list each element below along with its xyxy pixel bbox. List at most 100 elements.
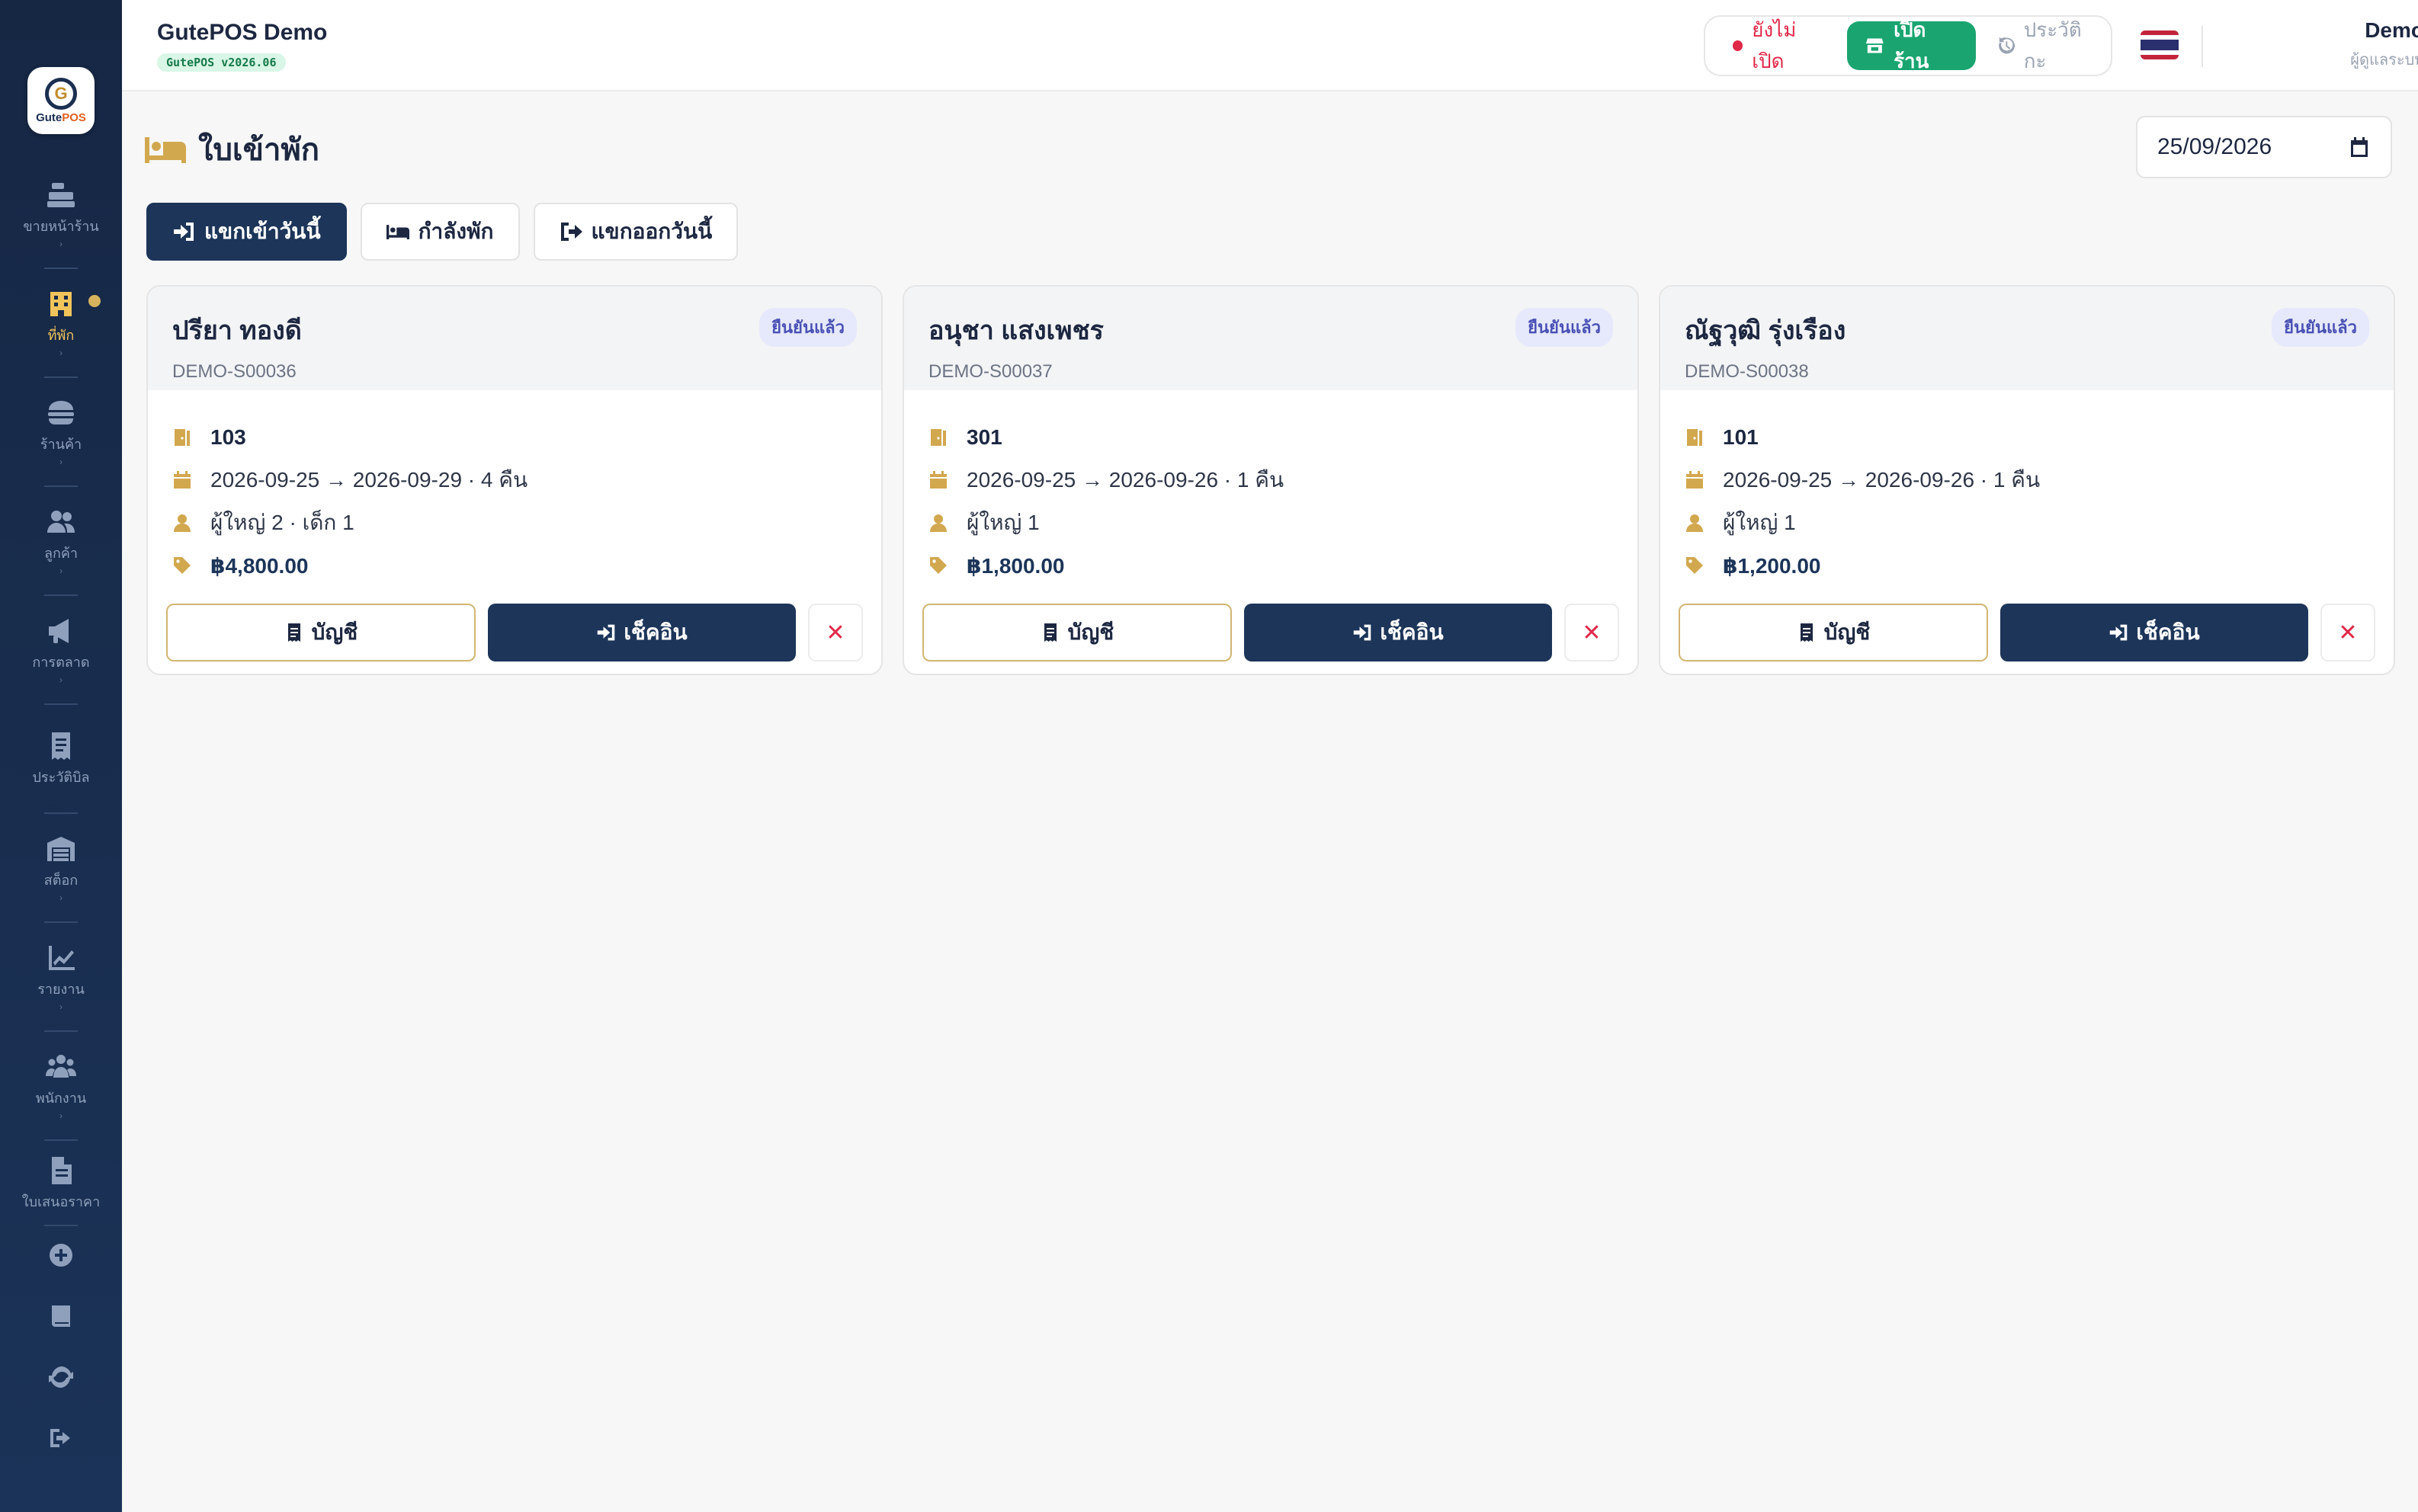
- sign-in-icon: [2110, 624, 2128, 641]
- account-button[interactable]: บัญชี: [166, 604, 476, 662]
- guests-row: ผู้ใหญ่ 1: [928, 501, 1613, 544]
- cancel-booking-button[interactable]: ✕: [2320, 604, 2375, 662]
- booking-card-list: ปรียา ทองดี DEMO-S00036 ยืนยันแล้ว 103 2…: [146, 285, 2395, 675]
- user-icon: [174, 514, 191, 532]
- booking-number: DEMO-S00037: [928, 361, 1053, 382]
- dates-row: 2026-09-25 → 2026-09-26 · 1 คืน: [1685, 459, 2369, 501]
- tab-label: กำลังพัก: [418, 219, 494, 243]
- account-button-label: บัญชี: [311, 620, 358, 644]
- booking-card: ปรียา ทองดี DEMO-S00036 ยืนยันแล้ว 103 2…: [146, 285, 883, 675]
- booking-card: อนุชา แสงเพชร DEMO-S00037 ยืนยันแล้ว 301…: [903, 285, 1639, 675]
- dates-row: 2026-09-25 → 2026-09-26 · 1 คืน: [928, 459, 1613, 501]
- open-shop-button[interactable]: เปิดร้าน: [1847, 18, 1977, 72]
- users-icon: [47, 511, 75, 533]
- divider: [2202, 26, 2203, 67]
- version-badge: GutePOS v2026.06: [157, 53, 286, 72]
- guest-name: อนุชา แสงเพชร: [928, 316, 1104, 345]
- building-icon: [50, 292, 72, 316]
- date-picker-input[interactable]: 25/09/2026: [2136, 116, 2392, 178]
- receipt-icon: [52, 732, 70, 760]
- room-row: 301: [928, 416, 1613, 459]
- check-in-button[interactable]: เช็คอิน: [2000, 604, 2308, 662]
- sidebar-item-marketing[interactable]: การตลาด ›: [0, 596, 122, 705]
- tab-label: แขกเข้าวันนี้: [204, 219, 321, 243]
- logo-text: GutePOS: [36, 111, 86, 124]
- price-row: ฿1,200.00: [1685, 544, 2369, 587]
- check-in-button[interactable]: เช็คอิน: [488, 604, 796, 662]
- bed-icon: [145, 137, 186, 163]
- status-badge: ยืนยันแล้ว: [1515, 308, 1613, 347]
- date-value: 25/09/2026: [2157, 134, 2272, 159]
- sidebar-item-label: การตลาด: [32, 655, 90, 670]
- guests-row: ผู้ใหญ่ 1: [1685, 501, 2369, 544]
- booking-card-body: 103 2026-09-25 → 2026-09-29 · 4 คืน ผู้ใ…: [148, 390, 881, 587]
- sidebar-item-pos[interactable]: ขายหน้าร้าน ›: [0, 160, 122, 269]
- sidebar-item-lodging[interactable]: ที่พัก ›: [0, 269, 122, 378]
- chevron-down-icon: ›: [59, 565, 63, 576]
- room-number: 103: [210, 425, 246, 449]
- sidebar-item-label: พนักงาน: [35, 1091, 87, 1106]
- booking-number: DEMO-S00036: [172, 361, 297, 382]
- guest-name: ปรียา ทองดี: [172, 316, 302, 345]
- calendar-icon: [174, 471, 191, 489]
- user-info[interactable]: Demo ผู้ดูแลระบบ: [2226, 18, 2418, 72]
- tab-departures-today[interactable]: แขกออกวันนี้: [533, 203, 739, 261]
- calendar-icon: [1686, 471, 1703, 489]
- close-icon: ✕: [826, 620, 845, 645]
- sidebar-item-label: ใบเสนอราคา: [21, 1193, 101, 1209]
- sidebar-item-label: ขายหน้าร้าน: [23, 219, 99, 234]
- app-logo[interactable]: G GutePOS: [27, 67, 95, 134]
- chevron-down-icon: ›: [59, 456, 63, 467]
- filter-tabs: แขกเข้าวันนี้ กำลังพัก แขกออกวันนี้: [146, 203, 739, 261]
- staff-icon: [46, 1055, 76, 1078]
- sidebar-item-shop[interactable]: ร้านค้า ›: [0, 378, 122, 487]
- tag-icon: [174, 557, 191, 574]
- door-icon: [931, 429, 946, 446]
- check-in-button[interactable]: เช็คอิน: [1244, 604, 1552, 662]
- language-flag-icon[interactable]: [2141, 30, 2179, 59]
- sign-in-icon: [598, 624, 615, 641]
- account-button[interactable]: บัญชี: [1679, 604, 1988, 662]
- check-in-button-label: เช็คอิน: [624, 620, 688, 644]
- account-button-label: บัญชี: [1823, 620, 1871, 644]
- sidebar-item-staff[interactable]: พนักงาน ›: [0, 1032, 122, 1141]
- cancel-booking-button[interactable]: ✕: [808, 604, 863, 662]
- total-price: ฿1,800.00: [967, 553, 1065, 578]
- megaphone-icon: [49, 619, 69, 643]
- sign-out-icon: [560, 223, 582, 241]
- shift-history-button[interactable]: ประวัติกะ: [1980, 14, 2100, 77]
- chevron-down-icon: ›: [59, 1001, 63, 1012]
- room-number: 101: [1723, 425, 1759, 449]
- sidebar-item-reports[interactable]: รายงาน ›: [0, 923, 122, 1032]
- logout-icon[interactable]: [47, 1424, 75, 1452]
- open-shop-label: เปิดร้าน: [1894, 18, 1929, 72]
- sidebar-nav: ขายหน้าร้าน › ที่พัก › ร้านค้า › ลูกค้า …: [0, 160, 122, 1226]
- price-row: ฿4,800.00: [172, 544, 857, 587]
- dates-row: 2026-09-25 → 2026-09-29 · 4 คืน: [172, 459, 857, 501]
- sidebar-item-bill-history[interactable]: ประวัติบิล: [0, 705, 122, 814]
- receipt-icon: [1044, 623, 1057, 642]
- chevron-down-icon: ›: [59, 892, 63, 903]
- chevron-down-icon: ›: [59, 1110, 63, 1121]
- booking-card-header: อนุชา แสงเพชร DEMO-S00037 ยืนยันแล้ว: [904, 287, 1637, 390]
- shift-status-group: ยังไม่เปิด เปิดร้าน ประวัติกะ: [1704, 15, 2112, 76]
- calendar-icon[interactable]: [2348, 136, 2371, 159]
- tab-arrivals-today[interactable]: แขกเข้าวันนี้: [146, 203, 347, 261]
- book-icon[interactable]: [47, 1302, 75, 1330]
- file-icon: [52, 1156, 72, 1184]
- plus-circle-icon[interactable]: [47, 1241, 75, 1269]
- sidebar-item-customers[interactable]: ลูกค้า ›: [0, 487, 122, 596]
- account-button[interactable]: บัญชี: [922, 604, 1232, 662]
- sign-in-icon: [1354, 624, 1371, 641]
- close-icon: ✕: [2338, 620, 2358, 645]
- total-price: ฿4,800.00: [210, 553, 309, 578]
- sync-icon[interactable]: [47, 1363, 75, 1391]
- tab-in-house[interactable]: กำลังพัก: [360, 203, 520, 261]
- close-icon: ✕: [1582, 620, 1602, 645]
- receipt-icon: [287, 623, 300, 642]
- room-number: 301: [967, 425, 1002, 449]
- booking-card-actions: บัญชี เช็คอิน ✕: [148, 587, 881, 662]
- cancel-booking-button[interactable]: ✕: [1564, 604, 1619, 662]
- sidebar-item-stock[interactable]: สต็อก ›: [0, 814, 122, 923]
- sidebar-item-quotation[interactable]: ใบเสนอราคา: [0, 1141, 122, 1226]
